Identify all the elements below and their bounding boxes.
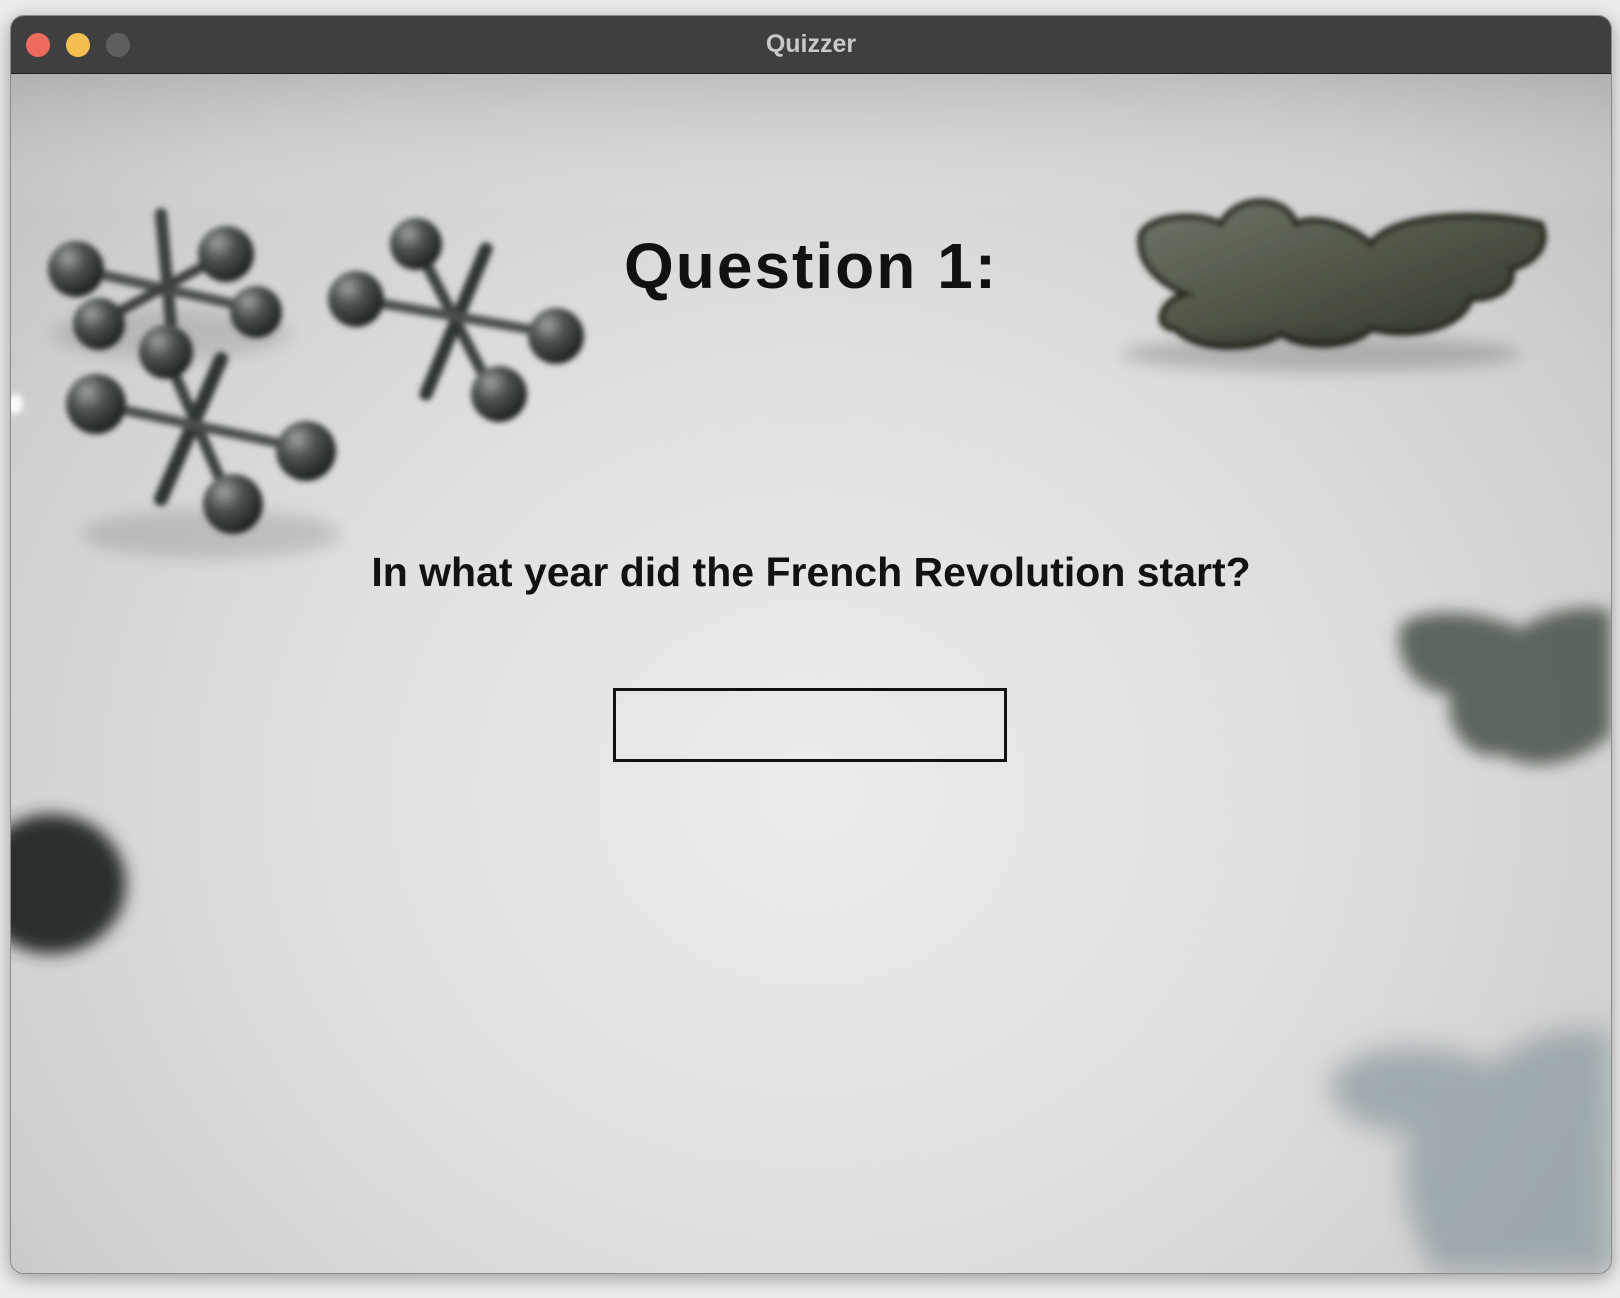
quiz-content: Question 1: In what year did the French … — [11, 74, 1611, 1273]
quizzer-window: Quizzer Question 1: In what year did the… — [10, 15, 1612, 1274]
window-title: Quizzer — [765, 30, 857, 58]
question-text: In what year did the French Revolution s… — [371, 549, 1251, 595]
title-bar[interactable]: Quizzer — [11, 16, 1611, 74]
question-number-heading: Question 1: — [623, 230, 999, 302]
answer-input[interactable] — [613, 688, 1007, 762]
